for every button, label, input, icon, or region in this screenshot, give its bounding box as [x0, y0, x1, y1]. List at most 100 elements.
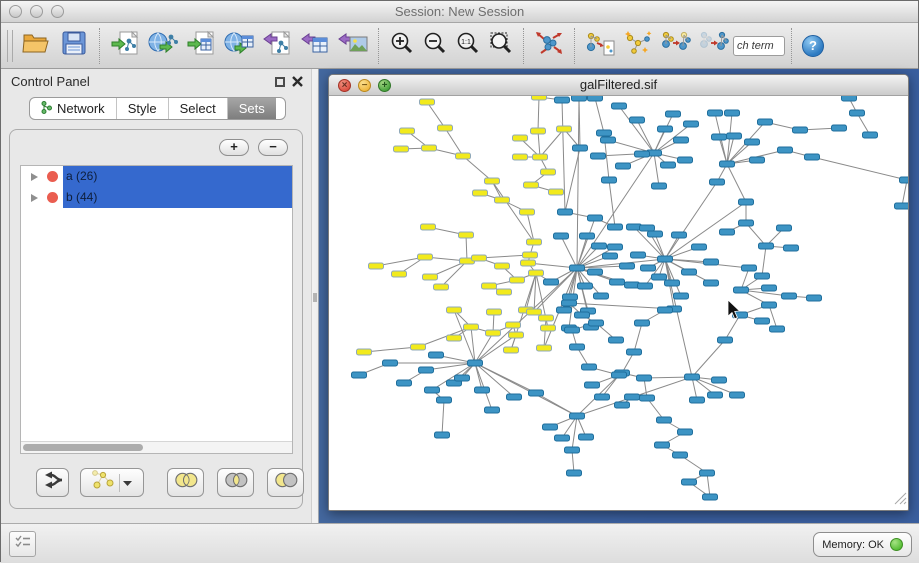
graph-node[interactable]	[612, 103, 627, 109]
graph-edge[interactable]	[762, 246, 766, 276]
graph-node[interactable]	[742, 265, 757, 271]
graph-node[interactable]	[778, 147, 793, 153]
graph-node[interactable]	[394, 146, 409, 152]
graph-node[interactable]	[543, 424, 558, 430]
graph-edge[interactable]	[445, 128, 463, 156]
panel-splitter[interactable]	[311, 69, 319, 523]
graph-node[interactable]	[615, 402, 630, 408]
graph-node[interactable]	[549, 189, 564, 195]
graph-node[interactable]	[727, 133, 742, 139]
memory-status-button[interactable]: Memory: OK	[813, 532, 912, 557]
graph-node[interactable]	[661, 162, 676, 168]
graph-node[interactable]	[533, 154, 548, 160]
graph-node[interactable]	[793, 127, 808, 133]
graph-node[interactable]	[597, 130, 612, 136]
graph-edge[interactable]	[634, 323, 642, 352]
graph-node[interactable]	[712, 134, 727, 140]
graph-node[interactable]	[513, 135, 528, 141]
graph-edge[interactable]	[418, 327, 471, 347]
graph-node[interactable]	[464, 324, 479, 330]
graph-node[interactable]	[805, 154, 820, 160]
graph-edge[interactable]	[595, 98, 604, 133]
graph-node[interactable]	[612, 372, 627, 378]
graph-node[interactable]	[652, 274, 667, 280]
graph-node[interactable]	[575, 312, 590, 318]
dropdown-caret-icon[interactable]	[122, 474, 133, 492]
help-button[interactable]: ?	[802, 35, 824, 57]
graph-node[interactable]	[557, 307, 572, 313]
graph-edge[interactable]	[441, 261, 467, 287]
graph-node[interactable]	[588, 269, 603, 275]
graph-node[interactable]	[682, 269, 697, 275]
graph-node[interactable]	[459, 232, 474, 238]
graph-node[interactable]	[521, 260, 536, 266]
graph-node[interactable]	[682, 479, 697, 485]
graph-edge[interactable]	[463, 156, 492, 181]
float-panel-button[interactable]	[275, 77, 285, 87]
graph-edge[interactable]	[577, 153, 654, 268]
graph-edge[interactable]	[665, 259, 692, 377]
tab-select[interactable]: Select	[169, 98, 228, 119]
graph-node[interactable]	[708, 110, 723, 116]
maximize-view-button[interactable]: +	[378, 79, 391, 92]
graph-node[interactable]	[730, 392, 745, 398]
graph-node[interactable]	[383, 360, 398, 366]
graph-node[interactable]	[565, 447, 580, 453]
graph-edge[interactable]	[719, 137, 727, 164]
graph-node[interactable]	[497, 289, 512, 295]
graph-node[interactable]	[635, 320, 650, 326]
graph-node[interactable]	[392, 271, 407, 277]
open-file-button[interactable]	[17, 26, 55, 66]
graph-node[interactable]	[770, 326, 785, 332]
tab-style[interactable]: Style	[117, 98, 169, 119]
graph-node[interactable]	[595, 394, 610, 400]
graph-node[interactable]	[420, 99, 435, 105]
splitter-collapse-handle[interactable]	[313, 293, 317, 302]
graph-node[interactable]	[529, 390, 544, 396]
graph-node[interactable]	[637, 375, 652, 381]
graph-node[interactable]	[625, 394, 640, 400]
graph-node[interactable]	[652, 183, 667, 189]
graph-node[interactable]	[678, 429, 693, 435]
graph-node[interactable]	[704, 280, 719, 286]
graph-node[interactable]	[507, 394, 522, 400]
union-sets-button[interactable]	[167, 468, 204, 497]
zoom-window-button[interactable]	[51, 5, 64, 18]
graph-node[interactable]	[565, 327, 580, 333]
graph-node[interactable]	[570, 344, 585, 350]
graph-edge[interactable]	[812, 157, 907, 180]
graph-node[interactable]	[631, 252, 646, 258]
graph-node[interactable]	[506, 322, 521, 328]
graph-node[interactable]	[758, 119, 773, 125]
minimize-view-button[interactable]: −	[358, 79, 371, 92]
graph-node[interactable]	[739, 220, 754, 226]
graph-node[interactable]	[485, 407, 500, 413]
graph-node[interactable]	[750, 157, 765, 163]
graph-node[interactable]	[495, 197, 510, 203]
set-item-label[interactable]: b (44)	[63, 187, 292, 208]
list-item[interactable]: a (26)	[21, 166, 292, 187]
graph-node[interactable]	[745, 139, 760, 145]
graph-node[interactable]	[690, 397, 705, 403]
export-table-button[interactable]	[296, 26, 334, 66]
graph-node[interactable]	[486, 330, 501, 336]
graph-edge[interactable]	[466, 235, 467, 261]
graph-node[interactable]	[544, 279, 559, 285]
graph-node[interactable]	[588, 215, 603, 221]
graph-node[interactable]	[579, 434, 594, 440]
graph-node[interactable]	[447, 307, 462, 313]
graph-node[interactable]	[630, 117, 645, 123]
graph-node[interactable]	[578, 283, 593, 289]
graph-node[interactable]	[419, 367, 434, 373]
graph-node[interactable]	[557, 126, 572, 132]
expander-triangle-icon[interactable]	[31, 173, 38, 181]
graph-node[interactable]	[648, 231, 663, 237]
close-panel-button[interactable]	[291, 75, 304, 88]
graph-node[interactable]	[531, 128, 546, 134]
graph-node[interactable]	[573, 145, 588, 151]
list-item[interactable]: b (44)	[21, 187, 292, 208]
graph-node[interactable]	[784, 245, 799, 251]
graph-node[interactable]	[674, 293, 689, 299]
graph-node[interactable]	[468, 360, 483, 366]
graph-node[interactable]	[609, 337, 624, 343]
